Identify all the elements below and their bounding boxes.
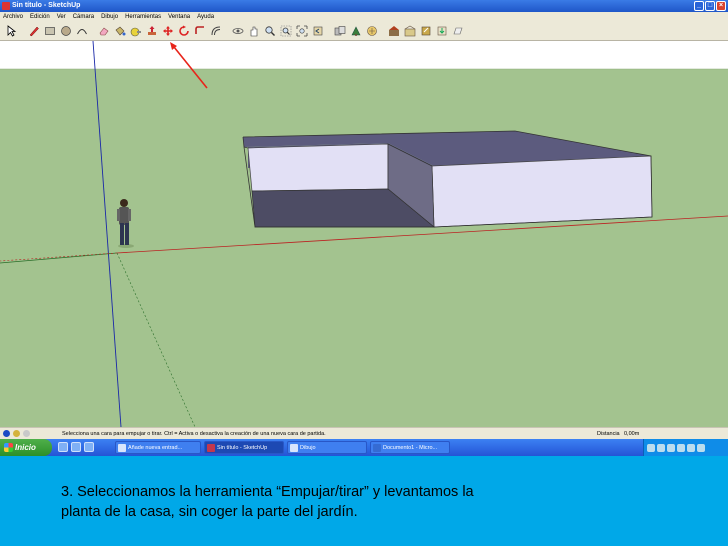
3d-warehouse-icon[interactable]: [402, 24, 417, 39]
taskbar-item[interactable]: Documento1 - Micro...: [370, 441, 450, 454]
caption-line-1: 3. Seleccionamos la herramienta “Empujar…: [61, 484, 474, 500]
house-front-face: [431, 155, 653, 228]
tray-icon[interactable]: [667, 443, 675, 452]
caption-panel: 3. Seleccionamos la herramienta “Empujar…: [0, 456, 728, 546]
system-tray: [643, 439, 728, 456]
help-icon[interactable]: [23, 430, 30, 437]
tray-icon[interactable]: [677, 443, 685, 452]
pan-icon[interactable]: [246, 24, 261, 39]
windows-taskbar: Inicio Añade nueva entrad... Sin título …: [0, 439, 728, 456]
garden-wall-front: [247, 143, 389, 192]
window-title: Sin título - SketchUp: [12, 2, 81, 9]
taskbar-item[interactable]: Dibujo: [287, 441, 367, 454]
caption-line-2: planta de la casa, sin coger la parte de…: [61, 504, 358, 520]
move-icon[interactable]: [160, 24, 175, 39]
browser-icon[interactable]: [58, 442, 68, 452]
components-icon[interactable]: [364, 24, 379, 39]
arc-icon[interactable]: [74, 24, 89, 39]
window-title-bar: Sin título - SketchUp _ □ ×: [0, 0, 728, 12]
quick-launch: [58, 442, 94, 452]
circle-icon[interactable]: [58, 24, 73, 39]
tray-icon[interactable]: [697, 443, 705, 452]
zoom-icon[interactable]: [262, 24, 277, 39]
tape-measure-icon[interactable]: [128, 24, 143, 39]
close-button[interactable]: ×: [716, 1, 726, 11]
annotation-arrow: [173, 46, 208, 89]
push-pull-icon[interactable]: [144, 24, 159, 39]
person-figure: [117, 199, 134, 248]
paint-icon: [290, 444, 298, 452]
google-earth-icon[interactable]: [450, 24, 465, 39]
orbit-icon[interactable]: [230, 24, 245, 39]
green-axis-dotted: [116, 252, 196, 427]
main-toolbar: [0, 22, 728, 41]
select-arrow-icon[interactable]: [4, 24, 19, 39]
tray-icon[interactable]: [687, 443, 695, 452]
menu-ayuda[interactable]: Ayuda: [197, 12, 214, 22]
tray-icon[interactable]: [647, 443, 655, 452]
status-bar: Selecciona una cara para empujar o tirar…: [0, 427, 728, 439]
follow-me-icon[interactable]: [192, 24, 207, 39]
scene-canvas: [0, 41, 728, 427]
menu-dibujo[interactable]: Dibujo: [101, 12, 118, 22]
menu-archivo[interactable]: Archivo: [3, 12, 23, 22]
taskbar-item-active[interactable]: Sin título - SketchUp: [204, 441, 284, 454]
sketchup-app-icon: [2, 2, 10, 10]
paint-bucket-icon[interactable]: [112, 24, 127, 39]
maximize-button[interactable]: □: [705, 1, 715, 11]
section-plane-icon[interactable]: [348, 24, 363, 39]
minimize-button[interactable]: _: [694, 1, 704, 11]
zoom-extents-icon[interactable]: [294, 24, 309, 39]
sketchup-icon: [207, 444, 215, 452]
menu-bar: Archivo Edición Ver Cámara Dibujo Herram…: [0, 12, 728, 22]
menu-herramientas[interactable]: Herramientas: [125, 12, 161, 22]
credits-icon[interactable]: [13, 430, 20, 437]
browser-icon: [118, 444, 126, 452]
blue-axis: [92, 41, 122, 427]
menu-camara[interactable]: Cámara: [73, 12, 94, 22]
zoom-window-icon[interactable]: [278, 24, 293, 39]
pencil-icon[interactable]: [26, 24, 41, 39]
start-button[interactable]: Inicio: [0, 439, 52, 456]
share-model-icon[interactable]: [418, 24, 433, 39]
menu-ventana[interactable]: Ventana: [168, 12, 190, 22]
get-models-icon[interactable]: [434, 24, 449, 39]
word-icon: [373, 444, 381, 452]
windows-flag-icon: [4, 443, 13, 452]
drawing-viewport[interactable]: [0, 41, 728, 427]
previous-view-icon[interactable]: [310, 24, 325, 39]
materials-icon[interactable]: [386, 24, 401, 39]
taskbar-item[interactable]: Añade nueva entrad...: [115, 441, 201, 454]
offset-icon[interactable]: [208, 24, 223, 39]
rectangle-icon[interactable]: [42, 24, 57, 39]
show-desktop-icon[interactable]: [84, 442, 94, 452]
menu-edicion[interactable]: Edición: [30, 12, 50, 22]
rotate-icon[interactable]: [176, 24, 191, 39]
menu-ver[interactable]: Ver: [57, 12, 66, 22]
caption-text: 3. Seleccionamos la herramienta “Empujar…: [61, 482, 621, 522]
geo-location-icon[interactable]: [3, 430, 10, 437]
eraser-icon[interactable]: [96, 24, 111, 39]
next-view-icon[interactable]: [332, 24, 347, 39]
media-player-icon[interactable]: [71, 442, 81, 452]
red-axis-dotted: [0, 252, 118, 262]
tray-icon[interactable]: [657, 443, 665, 452]
